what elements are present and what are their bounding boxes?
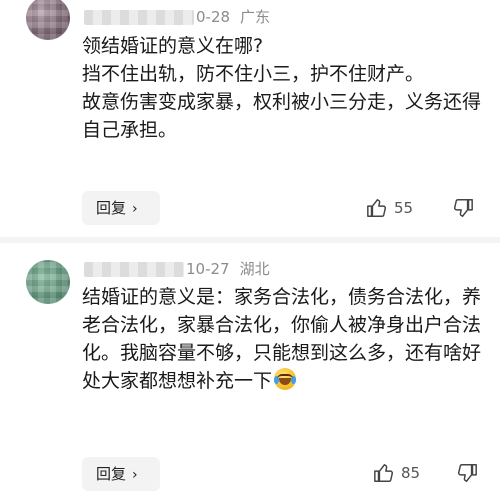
reply-label: 回复 <box>96 199 127 217</box>
comment-location: 湖北 <box>239 260 270 278</box>
chevron-right-icon: › <box>132 201 138 217</box>
thumbs-down-icon <box>453 199 473 217</box>
username-blurred[interactable] <box>84 10 194 25</box>
comment-text: 领结婚证的意义在哪? 挡不住出轨，防不住小三，护不住财产。 故意伤害变成家暴，权… <box>82 32 482 144</box>
reply-button[interactable]: 回复 › <box>82 457 160 491</box>
comment-location: 广东 <box>240 8 271 26</box>
comment-date: 0-28 <box>196 8 231 26</box>
comment-divider <box>0 237 500 243</box>
reply-button[interactable]: 回复 › <box>82 191 160 225</box>
thumbs-up-icon <box>367 199 387 217</box>
reply-label: 回复 <box>96 465 127 483</box>
chevron-right-icon: › <box>132 467 138 483</box>
thumbs-up-icon <box>374 464 394 482</box>
dislike-button[interactable] <box>456 462 478 484</box>
avatar[interactable] <box>26 0 70 40</box>
crying-laughing-emoji-icon <box>274 368 297 390</box>
like-count: 85 <box>401 464 421 482</box>
like-count: 55 <box>394 199 414 217</box>
comment-meta: 10-27 湖北 <box>84 258 270 279</box>
comment-paragraph: 领结婚证的意义在哪? <box>82 35 264 57</box>
like-button[interactable]: 85 <box>373 462 420 484</box>
thumbs-down-icon <box>457 464 477 482</box>
comment-paragraph: 故意伤害变成家暴，权利被小三分走，义务还得自己承担。 <box>82 91 482 141</box>
like-button[interactable]: 55 <box>366 197 413 219</box>
comment-paragraph: 挡不住出轨，防不住小三，护不住财产。 <box>82 63 425 85</box>
comment-meta: 0-28 广东 <box>84 6 270 27</box>
dislike-button[interactable] <box>452 197 474 219</box>
comment-date: 10-27 <box>186 260 230 278</box>
avatar[interactable] <box>26 260 70 304</box>
comment-text: 结婚证的意义是：家务合法化，债务合法化，养老合法化，家暴合法化，你偷人被净身出户… <box>82 283 482 395</box>
username-blurred[interactable] <box>84 262 184 277</box>
